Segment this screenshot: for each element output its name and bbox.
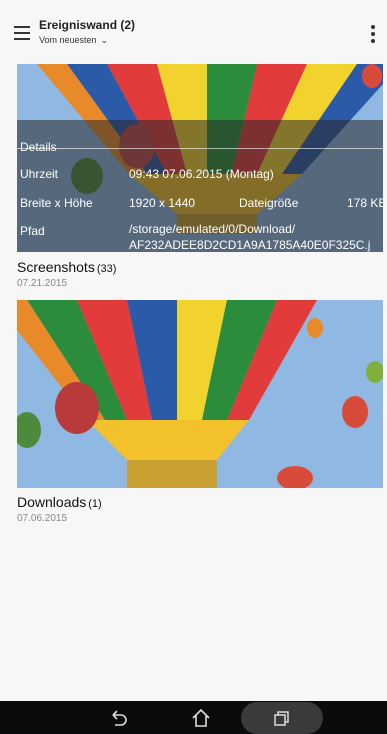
album-count: (1) [88,498,102,510]
path-label: Pfad [20,224,45,238]
album-title-downloads[interactable]: Downloads (1) [17,494,102,510]
dimensions-value: 1920 x 1440 [129,196,196,210]
album-count: (33) [96,263,117,275]
album-name: Downloads [17,494,87,510]
album-thumbnail-downloads[interactable] [17,300,383,488]
recent-apps-button[interactable] [241,702,323,734]
album-date: 07.06.2015 [17,513,68,524]
album-date: 07.21.2015 [17,278,68,289]
sort-label: Vom neuesten [39,35,97,45]
time-value: 09:43 07.06.2015 (Montag) [129,167,274,181]
details-overlay: Details Uhrzeit 09:43 07.06.2015 (Montag… [17,120,383,252]
page-title: Ereigniswand (2) [39,18,136,32]
app-header: Ereigniswand (2) Vom neuesten ⌄ [0,0,387,58]
album-title-screenshots[interactable]: Screenshots (33) [17,259,116,275]
details-divider [17,148,383,149]
filesize-value: 178 KB [347,196,383,210]
time-label: Uhrzeit [20,167,59,181]
balloon-image [17,300,383,488]
home-icon[interactable] [190,707,212,729]
filesize-label: Dateigröße [239,196,299,210]
more-options-icon[interactable] [371,25,375,43]
back-icon[interactable] [107,707,129,729]
system-navigation-bar [0,701,387,734]
album-thumbnail-screenshots[interactable]: Details Uhrzeit 09:43 07.06.2015 (Montag… [17,64,383,252]
sort-dropdown[interactable]: Vom neuesten ⌄ [39,35,108,46]
details-heading: Details [20,140,57,154]
recent-apps-icon [271,707,293,729]
album-name: Screenshots [17,259,95,275]
hamburger-menu-icon[interactable] [14,26,30,40]
chevron-down-icon: ⌄ [100,35,109,45]
path-value-line1: /storage/emulated/0/Download/ [129,222,296,236]
dimensions-label: Breite x Höhe [20,196,93,210]
path-value-line2: AF232ADEE8D2CD1A9A1785A40E0F325C.j [129,238,371,252]
